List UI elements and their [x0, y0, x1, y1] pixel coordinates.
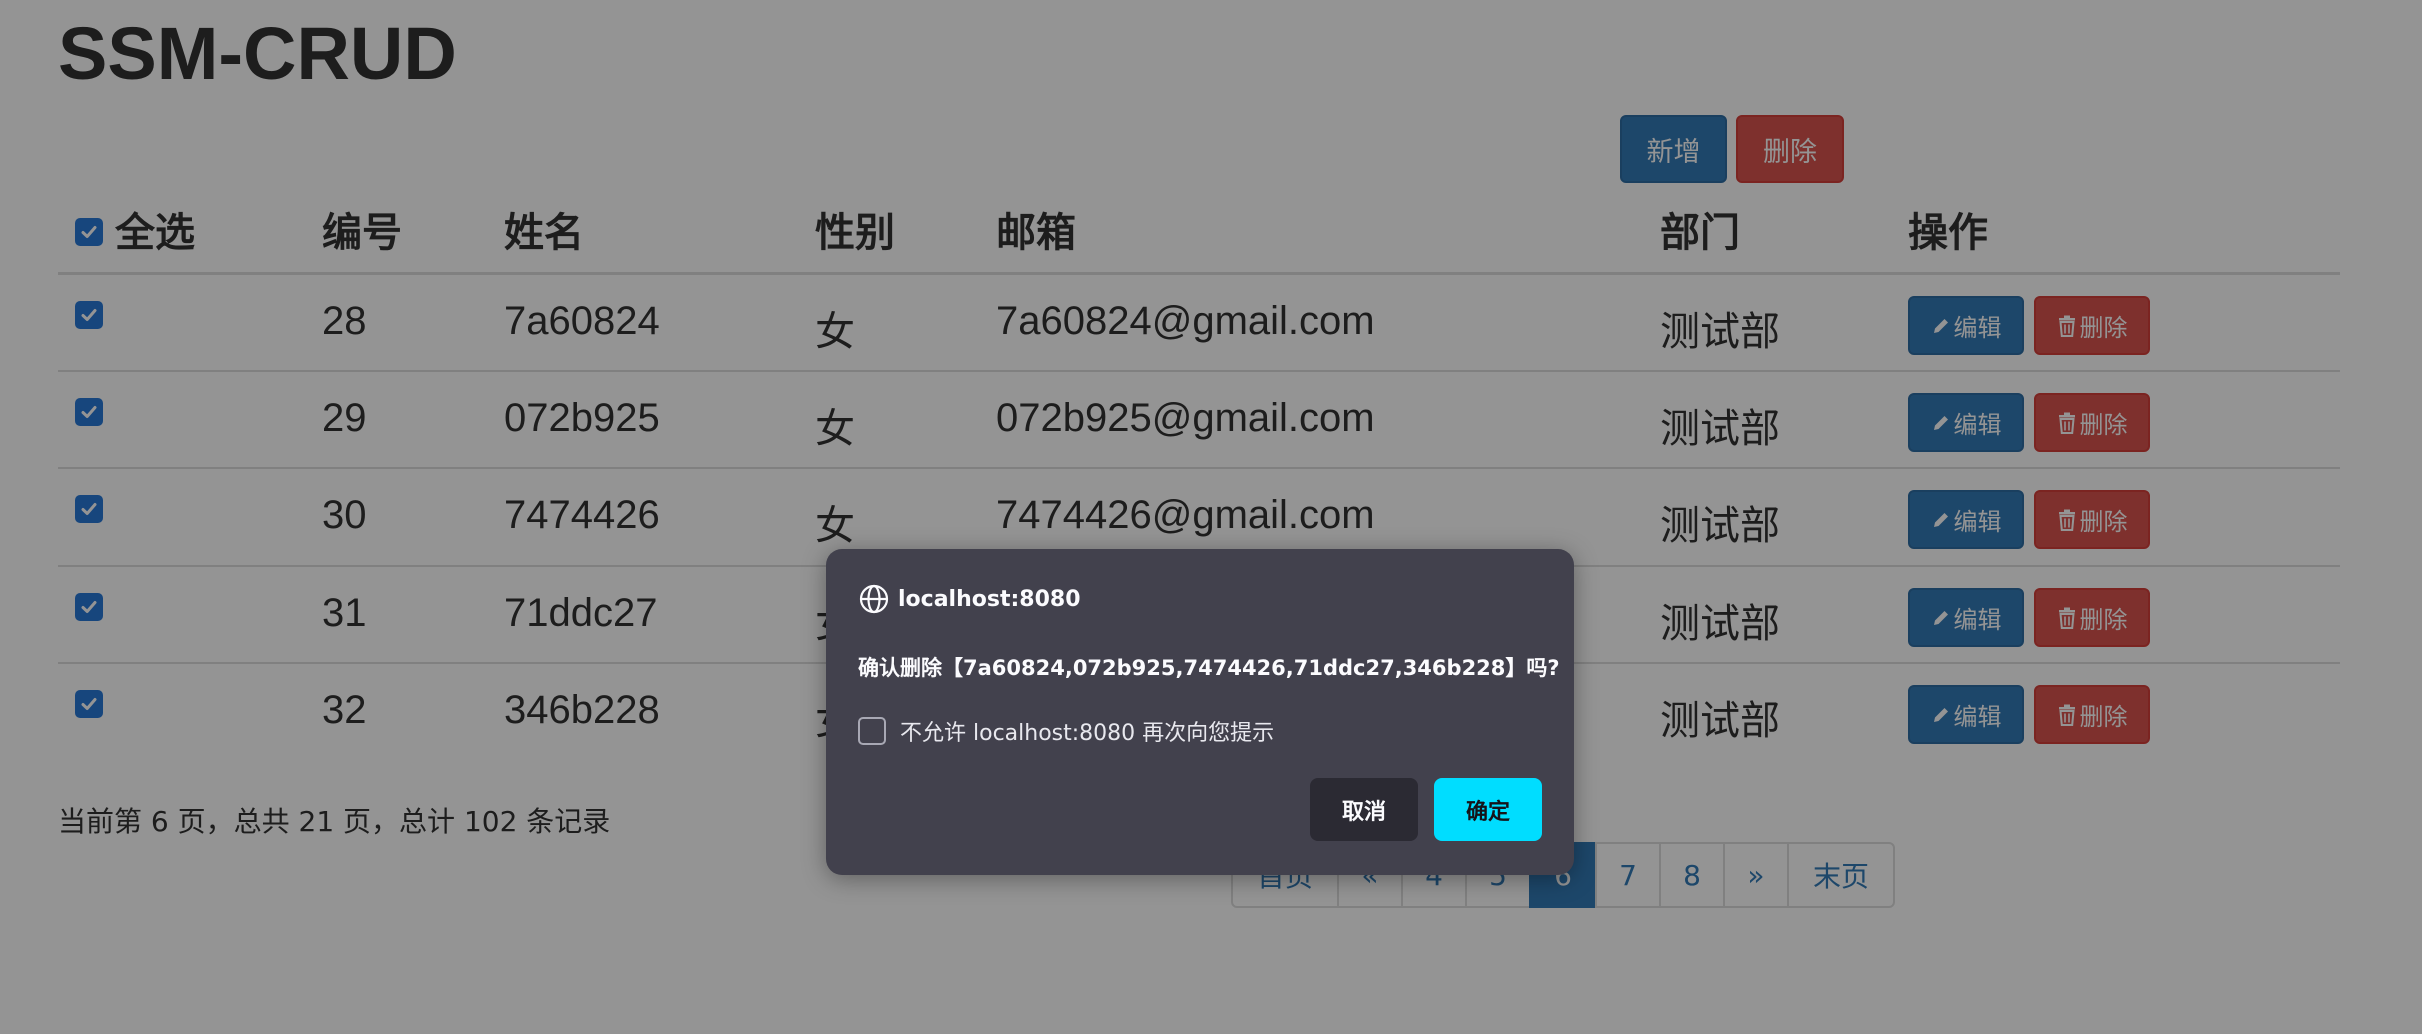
dialog-suppress-label: 不允许 localhost:8080 再次向您提示 [900, 721, 1275, 746]
dialog-cancel-button[interactable]: 取消 [1310, 778, 1418, 841]
dialog-ok-button[interactable]: 确定 [1434, 778, 1542, 841]
dialog-message: 确认删除【7a60824,072b925,7474426,71ddc27,346… [858, 656, 1560, 680]
dialog-host: localhost:8080 [898, 586, 1081, 612]
globe-icon [859, 584, 889, 614]
confirm-dialog: localhost:8080 确认删除【7a60824,072b925,7474… [826, 549, 1574, 875]
modal-overlay [0, 0, 2422, 1034]
dialog-header: localhost:8080 [858, 583, 1081, 615]
dialog-suppress-row[interactable]: 不允许 localhost:8080 再次向您提示 [858, 715, 1274, 747]
dialog-suppress-checkbox[interactable] [858, 717, 886, 745]
